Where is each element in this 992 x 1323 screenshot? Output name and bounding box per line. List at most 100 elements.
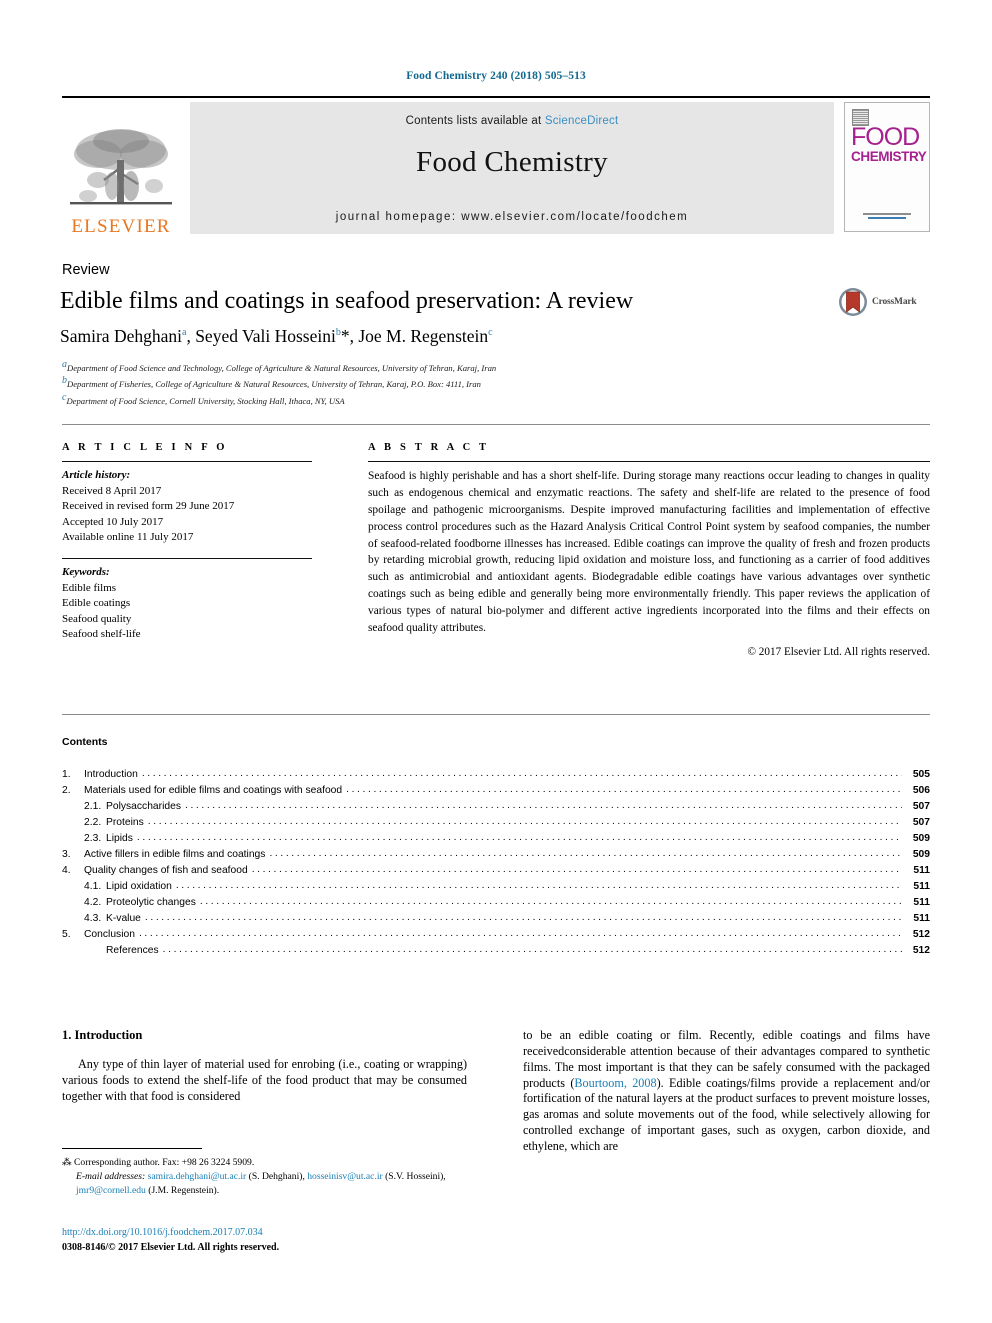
toc-row[interactable]: 5. Conclusion............................… bbox=[62, 929, 930, 946]
keywords-block: Keywords: Edible films Edible coatings S… bbox=[62, 565, 312, 643]
toc-row[interactable]: 1. Introduction..........................… bbox=[62, 769, 930, 786]
article-info-section: A R T I C L E I N F O Article history: R… bbox=[62, 442, 312, 643]
journal-cover-thumbnail[interactable]: FOOD CHEMISTRY bbox=[844, 102, 930, 232]
toc-page-number: 509 bbox=[912, 849, 930, 860]
email-dehghani[interactable]: samira.dehghani@ut.ac.ir bbox=[148, 1171, 247, 1182]
toc-leader-dots: ........................................… bbox=[141, 769, 902, 779]
toc-leader-dots: ........................................… bbox=[269, 849, 902, 859]
keyword-item: Edible films bbox=[62, 581, 117, 594]
toc-label[interactable]: Quality changes of fish and seafood bbox=[84, 865, 252, 876]
abstract-heading: A B S T R A C T bbox=[368, 442, 490, 453]
toc-label[interactable]: K-value bbox=[106, 913, 145, 924]
toc-row[interactable]: 3. Active fillers in edible films and coa… bbox=[62, 849, 930, 866]
toc-row[interactable]: 2.2. Proteins............................… bbox=[62, 817, 930, 834]
citation-bourtoom[interactable]: Bourtoom, 2008 bbox=[574, 1076, 656, 1090]
history-online: Available online 11 July 2017 bbox=[62, 531, 194, 544]
cover-footer-lines bbox=[857, 211, 917, 221]
corresponding-author-text: Corresponding author. Fax: +98 26 3224 5… bbox=[74, 1157, 255, 1168]
toc-number: 2. bbox=[62, 785, 71, 796]
issn-copyright-line: 0308-8146/© 2017 Elsevier Ltd. All right… bbox=[62, 1242, 280, 1253]
toc-number: 4. bbox=[62, 865, 71, 876]
toc-label[interactable]: References bbox=[106, 945, 163, 956]
contents-available-line: Contents lists available at ScienceDirec… bbox=[190, 115, 834, 127]
toc-number: 3. bbox=[62, 849, 71, 860]
toc-page-number: 511 bbox=[913, 913, 930, 924]
toc-page-number: 509 bbox=[912, 833, 930, 844]
toc-label[interactable]: Active fillers in edible films and coati… bbox=[84, 849, 269, 860]
crossmark-badge[interactable]: CrossMark bbox=[838, 286, 942, 318]
toc-row[interactable]: 2.1. Polysaccharides.....................… bbox=[62, 801, 930, 818]
abstract-divider bbox=[368, 461, 930, 462]
elsevier-wordmark: ELSEVIER bbox=[71, 216, 171, 237]
toc-row[interactable]: 4.3. K-value.............................… bbox=[62, 913, 930, 930]
toc-leader-dots: ........................................… bbox=[199, 897, 902, 907]
abstract-copyright: © 2017 Elsevier Ltd. All rights reserved… bbox=[747, 645, 931, 658]
toc-leader-dots: ........................................… bbox=[162, 945, 902, 955]
page-title: Edible films and coatings in seafood pre… bbox=[60, 288, 634, 314]
email-addresses-label: E-mail addresses: bbox=[76, 1170, 146, 1182]
masthead-banner: Contents lists available at ScienceDirec… bbox=[190, 102, 834, 234]
toc-number: 4.3. bbox=[84, 913, 102, 924]
cover-title-food: FOOD bbox=[851, 123, 920, 151]
toc-label[interactable]: Introduction bbox=[84, 769, 142, 780]
toc-page-number: 507 bbox=[912, 817, 930, 828]
toc-label[interactable]: Materials used for edible films and coat… bbox=[84, 785, 346, 796]
toc-label[interactable]: Conclusion bbox=[84, 929, 139, 940]
toc-number: 5. bbox=[62, 929, 71, 940]
toc-label[interactable]: Polysaccharides bbox=[106, 801, 185, 812]
toc-leader-dots: ........................................… bbox=[147, 817, 902, 827]
toc-leader-dots: ........................................… bbox=[136, 833, 902, 843]
doi-link[interactable]: http://dx.doi.org/10.1016/j.foodchem.201… bbox=[62, 1225, 482, 1240]
abstract-rule-bottom bbox=[62, 714, 930, 715]
email-regenstein[interactable]: jmr9@cornell.edu bbox=[76, 1185, 146, 1196]
author-list: Samira Dehghania, Seyed Vali Hosseinib*,… bbox=[60, 326, 493, 346]
body-column-right: to be an edible coating or film. Recentl… bbox=[523, 1028, 930, 1155]
toc-page-number: 511 bbox=[913, 881, 930, 892]
toc-label[interactable]: Lipid oxidation bbox=[106, 881, 176, 892]
history-received: Received 8 April 2017 bbox=[62, 484, 162, 497]
toc-row[interactable]: 2. Materials used for edible films and co… bbox=[62, 785, 930, 802]
toc-leader-dots: ........................................… bbox=[144, 913, 902, 923]
toc-label[interactable]: Proteolytic changes bbox=[106, 897, 200, 908]
keyword-item: Edible coatings bbox=[62, 597, 131, 610]
toc-row[interactable]: References..............................… bbox=[62, 945, 930, 962]
toc-leader-dots: ........................................… bbox=[184, 801, 902, 811]
intro-paragraph-left: Any type of thin layer of material used … bbox=[62, 1057, 467, 1103]
article-history: Article history: Received 8 April 2017 R… bbox=[62, 468, 312, 546]
running-head: Food Chemistry 240 (2018) 505–513 bbox=[406, 70, 586, 82]
toc-row[interactable]: 2.3. Lipids..............................… bbox=[62, 833, 930, 850]
asterisk-icon: ⁂ bbox=[62, 1157, 72, 1168]
journal-homepage[interactable]: journal homepage: www.elsevier.com/locat… bbox=[190, 211, 834, 223]
article-info-heading: A R T I C L E I N F O bbox=[62, 442, 228, 453]
sciencedirect-link[interactable]: ScienceDirect bbox=[545, 115, 619, 127]
journal-title: Food Chemistry bbox=[416, 146, 608, 178]
keywords-label: Keywords: bbox=[62, 566, 110, 579]
toc-page-number: 512 bbox=[912, 929, 930, 940]
toc-leader-dots: ........................................… bbox=[251, 865, 902, 875]
article-first-page: Food Chemistry 240 (2018) 505–513 ELSEVI… bbox=[0, 0, 992, 1323]
toc-page-number: 505 bbox=[912, 769, 930, 780]
elsevier-logo: ELSEVIER bbox=[62, 102, 180, 238]
toc-row[interactable]: 4. Quality changes of fish and seafood...… bbox=[62, 865, 930, 882]
toc-label[interactable]: Lipids bbox=[106, 833, 137, 844]
toc-page-number: 507 bbox=[912, 801, 930, 812]
toc-row[interactable]: 4.1. Lipid oxidation.....................… bbox=[62, 881, 930, 898]
affiliation-a: aDepartment of Food Science and Technolo… bbox=[62, 359, 497, 373]
table-of-contents: 1. Introduction..........................… bbox=[62, 769, 930, 962]
email-hosseini[interactable]: hosseinisv@ut.ac.ir bbox=[307, 1171, 382, 1182]
history-accepted: Accepted 10 July 2017 bbox=[62, 515, 164, 528]
section-heading-introduction: 1. Introduction bbox=[62, 1028, 143, 1042]
toc-label[interactable]: Proteins bbox=[106, 817, 148, 828]
contents-available-text: Contents lists available at bbox=[405, 115, 542, 127]
email-addresses-note: E-mail addresses: samira.dehghani@ut.ac.… bbox=[62, 1170, 482, 1198]
doi-block: http://dx.doi.org/10.1016/j.foodchem.201… bbox=[62, 1225, 482, 1255]
email-regenstein-owner: (J.M. Regenstein). bbox=[148, 1184, 220, 1196]
toc-page-number: 511 bbox=[913, 897, 930, 908]
keyword-item: Seafood shelf-life bbox=[62, 628, 141, 641]
affiliation-b: bDepartment of Fisheries, College of Agr… bbox=[62, 375, 481, 390]
toc-row[interactable]: 4.2. Proteolytic changes.................… bbox=[62, 897, 930, 914]
toc-number: 4.1. bbox=[84, 881, 102, 892]
toc-number: 4.2. bbox=[84, 897, 102, 908]
history-revised: Received in revised form 29 June 2017 bbox=[62, 500, 235, 513]
elsevier-tree-icon bbox=[70, 129, 172, 205]
